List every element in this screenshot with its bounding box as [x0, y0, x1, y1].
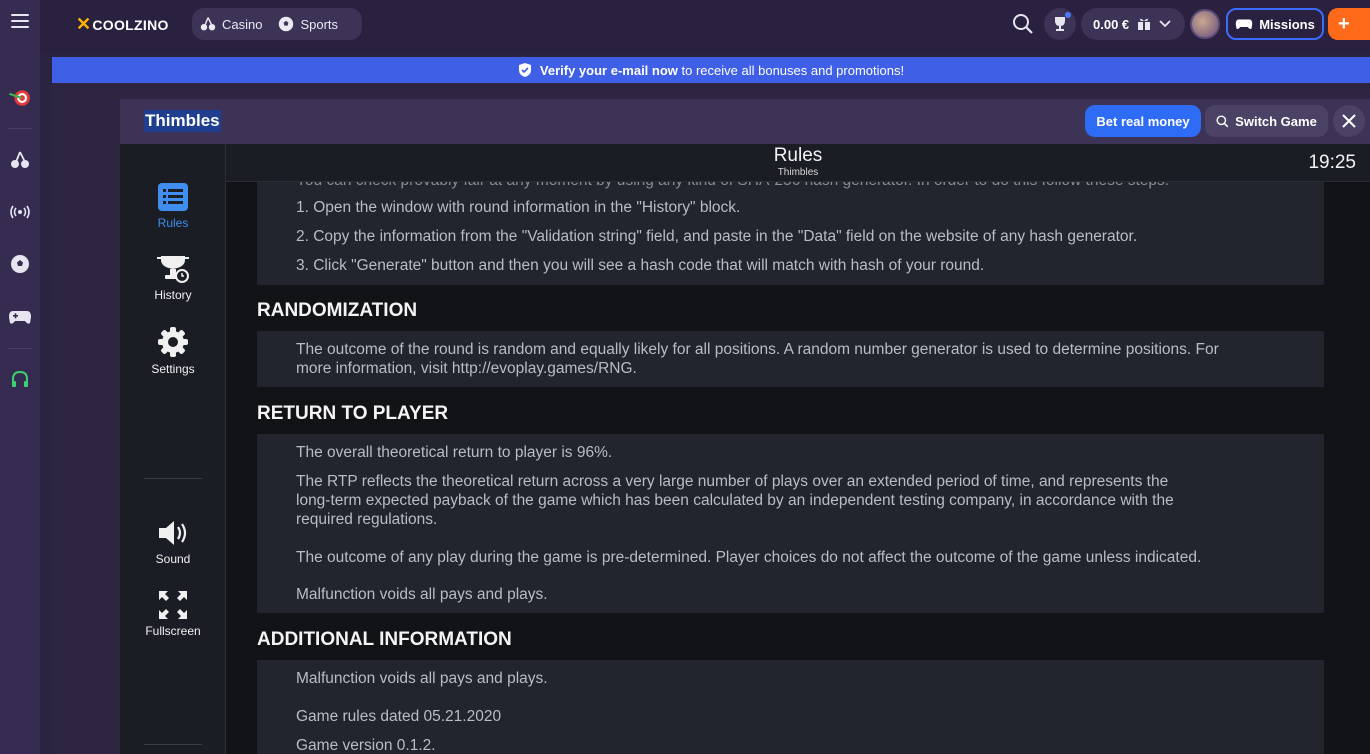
game-sidebar: Rules History Settings Sound Fullscreen — [120, 144, 226, 754]
sidebar-settings[interactable]: Settings — [120, 326, 226, 376]
balance-value: 0.00 € — [1093, 16, 1130, 32]
randomization-heading: RANDOMIZATION — [257, 300, 418, 321]
live-signal-icon[interactable] — [8, 200, 32, 224]
gear-icon — [158, 327, 188, 357]
notification-dot — [1065, 12, 1071, 18]
bet-real-money-button[interactable]: Bet real money — [1085, 105, 1201, 137]
main-nav: Casino Sports — [192, 8, 362, 40]
rail-divider — [8, 348, 32, 349]
rail-divider — [8, 128, 32, 129]
rules-content[interactable]: You can check provably fair at any momen… — [226, 182, 1370, 754]
headset-icon[interactable] — [8, 368, 32, 392]
search-icon — [1216, 114, 1229, 127]
switch-game-label: Switch Game — [1235, 113, 1317, 129]
top-bar: ✕ COOLZINO Casino Sports 0.00 € Missions… — [40, 0, 1370, 54]
sidebar-sound[interactable]: Sound — [120, 518, 226, 566]
verify-email-banner[interactable]: Verify your e-mail now to receive all bo… — [52, 57, 1370, 83]
sidebar-settings-label: Settings — [151, 362, 195, 376]
partial-text: You can check provably fair at any momen… — [296, 182, 1169, 190]
avatar[interactable] — [1190, 9, 1220, 39]
brand-logo[interactable]: ✕ COOLZINO — [76, 14, 169, 35]
speaker-icon — [159, 521, 187, 545]
game-modal-header: Thimbles Bet real money Switch Game — [120, 99, 1370, 144]
rules-header: Rules Thimbles 19:25 — [226, 144, 1370, 182]
nav-sports-label: Sports — [300, 16, 339, 32]
rtp-text-1: The overall theoretical return to player… — [296, 444, 613, 461]
rtp-box: The overall theoretical return to player… — [257, 434, 1324, 613]
provably-fair-box: You can check provably fair at any momen… — [257, 182, 1324, 285]
missions-button[interactable]: Missions — [1226, 8, 1324, 40]
clock: 19:25 — [1308, 152, 1356, 173]
step-2: 2. Copy the information from the "Valida… — [296, 228, 1138, 245]
missions-label: Missions — [1259, 16, 1315, 32]
nav-casino[interactable]: Casino — [192, 16, 270, 32]
sidebar-fullscreen[interactable]: Fullscreen — [120, 590, 226, 638]
cherries-icon[interactable] — [8, 148, 32, 172]
menu-icon[interactable] — [11, 14, 29, 32]
sidebar-divider — [144, 478, 202, 479]
sidebar-fullscreen-label: Fullscreen — [145, 624, 201, 638]
chevron-down-icon — [1159, 20, 1171, 28]
soccer-ball-icon — [279, 16, 294, 32]
fullscreen-icon — [159, 591, 187, 619]
gamepad-icon — [1235, 19, 1253, 29]
rtp-text-2a: The RTP reflects the theoretical return … — [296, 473, 1169, 490]
deposit-label: + — [1338, 12, 1350, 35]
rules-subtitle: Thimbles — [777, 167, 819, 178]
additional-text-2: Game rules dated 05.21.2020 — [296, 708, 502, 725]
coolzino-logo-icon: ✕ — [76, 14, 92, 34]
trophy-icon — [1055, 17, 1065, 31]
darts-icon[interactable] — [8, 86, 32, 110]
left-rail — [0, 0, 40, 754]
trophy-button[interactable] — [1044, 8, 1076, 40]
additional-text-1: Malfunction voids all pays and plays. — [296, 670, 548, 687]
rtp-text-2c: required regulations. — [296, 511, 438, 528]
close-icon — [1342, 114, 1356, 128]
rtp-text-2b: long-term expected payback of the game w… — [296, 492, 1174, 509]
cherries-icon — [200, 17, 216, 31]
randomization-box: The outcome of the round is random and e… — [257, 331, 1324, 387]
randomization-text-2: more information, visit http://evoplay.g… — [296, 360, 637, 377]
nav-sports[interactable]: Sports — [270, 16, 346, 32]
gift-icon — [1138, 18, 1151, 30]
rtp-text-4: Malfunction voids all pays and plays. — [296, 586, 548, 603]
search-icon[interactable] — [1012, 13, 1034, 35]
sidebar-rules-label: Rules — [157, 216, 189, 230]
sidebar-history[interactable]: History — [120, 254, 226, 302]
additional-box: Malfunction voids all pays and plays. Ga… — [257, 660, 1324, 754]
shield-check-icon — [518, 63, 531, 77]
soccer-ball-icon[interactable] — [8, 252, 32, 276]
balance-dropdown[interactable]: 0.00 € — [1081, 8, 1185, 40]
banner-text: Verify your e-mail now to receive all bo… — [540, 63, 904, 78]
brand-name: COOLZINO — [92, 16, 169, 33]
close-button[interactable] — [1333, 105, 1365, 137]
randomization-text-1: The outcome of the round is random and e… — [296, 341, 1219, 358]
sidebar-history-label: History — [154, 288, 192, 302]
game-frame: Rules History Settings Sound Fullscreen … — [120, 144, 1370, 754]
rtp-heading: RETURN TO PLAYER — [257, 403, 449, 424]
banner-rest: to receive all bonuses and promotions! — [677, 62, 905, 78]
sidebar-divider — [144, 744, 202, 745]
trophy-clock-icon — [157, 256, 189, 283]
nav-casino-label: Casino — [222, 16, 263, 32]
step-3: 3. Click "Generate" button and then you … — [296, 257, 985, 274]
step-1: 1. Open the window with round informatio… — [296, 199, 741, 216]
rules-title: Rules — [773, 145, 823, 166]
rtp-text-3: The outcome of any play during the game … — [296, 549, 1202, 566]
deposit-button[interactable]: + — [1328, 8, 1370, 40]
gamepad-icon[interactable] — [8, 305, 32, 329]
list-icon — [158, 183, 188, 211]
banner-strong: Verify your e-mail now — [539, 62, 678, 78]
sidebar-sound-label: Sound — [155, 552, 191, 566]
additional-heading: ADDITIONAL INFORMATION — [257, 629, 512, 650]
game-title: Thimbles — [144, 110, 221, 132]
sidebar-rules[interactable]: Rules — [120, 182, 226, 230]
additional-text-3: Game version 0.1.2. — [296, 737, 436, 754]
switch-game-button[interactable]: Switch Game — [1205, 105, 1328, 137]
